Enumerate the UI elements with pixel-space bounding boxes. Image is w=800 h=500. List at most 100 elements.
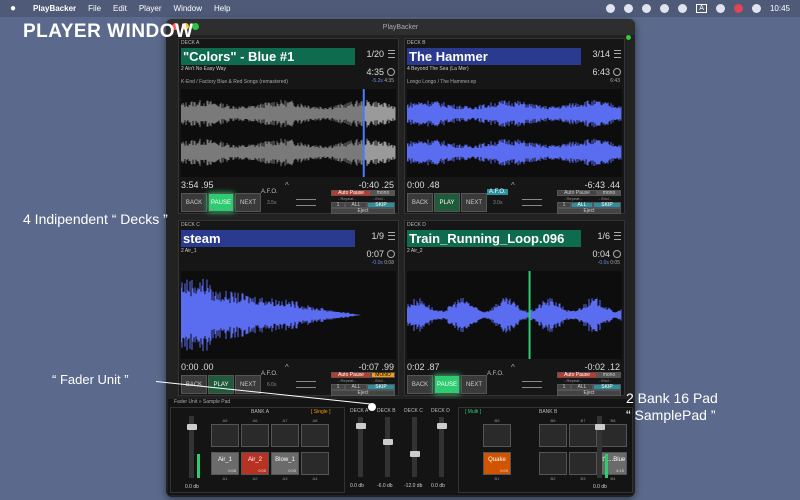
deck-slider[interactable]	[522, 199, 542, 200]
track-title[interactable]: Train_Running_Loop.096	[407, 230, 581, 247]
eject-button[interactable]: Eject	[557, 208, 621, 214]
menu-app[interactable]: PlayBacker	[33, 4, 76, 13]
eject-button[interactable]: Eject	[557, 390, 621, 396]
waveform[interactable]	[407, 271, 622, 359]
bank-mode[interactable]: [ Single ]	[311, 409, 330, 415]
eject-button[interactable]: Eject	[331, 208, 395, 214]
deck-fader-knob[interactable]	[410, 451, 420, 457]
sample-pad-empty[interactable]	[301, 424, 329, 447]
sample-pad[interactable]: Blow_1 0:03	[271, 452, 299, 475]
track-title[interactable]: The Hammer	[407, 48, 581, 65]
track-count: 1/9	[371, 231, 384, 241]
menu-bar: ● PlayBacker File Edit Player Window Hel…	[0, 0, 800, 17]
sample-pad[interactable]	[301, 452, 329, 475]
deck-fader-knob[interactable]	[356, 423, 366, 429]
deck-fader[interactable]	[412, 417, 417, 477]
clock-icon[interactable]	[613, 68, 621, 76]
waveform[interactable]	[407, 89, 622, 177]
next-button[interactable]: NEXT	[235, 193, 261, 212]
eject-button[interactable]: Eject	[331, 390, 395, 396]
deck-slider[interactable]	[522, 381, 542, 382]
input-source[interactable]: A	[696, 4, 707, 13]
afo-toggle[interactable]: A.F.O.	[487, 371, 504, 377]
deck-slider[interactable]	[522, 387, 542, 388]
deck-fader-knob[interactable]	[437, 423, 447, 429]
sample-pad-empty[interactable]	[241, 424, 269, 447]
playlist-menu-icon[interactable]	[388, 50, 395, 58]
sample-pad[interactable]: It's...Blue 4:15	[599, 452, 627, 475]
sample-pad-empty[interactable]	[271, 424, 299, 447]
deck-slider[interactable]	[296, 381, 316, 382]
apple-menu-icon[interactable]: ●	[10, 3, 19, 14]
creative-cloud-icon[interactable]	[606, 4, 616, 13]
status-app-icon[interactable]	[624, 4, 634, 13]
afo-toggle[interactable]: A.F.O.	[487, 189, 508, 195]
sample-pad[interactable]	[539, 452, 567, 475]
play-pause-button[interactable]: PAUSE	[208, 193, 234, 212]
deck-b: DECK B The Hammer 3/14 4 Beyond The Sea (La…	[404, 38, 625, 214]
sample-pad-empty[interactable]	[211, 424, 239, 447]
menu-help[interactable]: Help	[214, 4, 230, 13]
expand-caret-icon[interactable]: ^	[285, 181, 289, 190]
play-pause-button[interactable]: PLAY	[208, 375, 234, 394]
afo-time[interactable]: 3.0s	[493, 200, 502, 206]
playlist-menu-icon[interactable]	[388, 232, 395, 240]
waveform[interactable]	[181, 271, 396, 359]
menu-edit[interactable]: Edit	[113, 4, 127, 13]
afo-time[interactable]: 3.5s	[267, 200, 276, 206]
deck-slider[interactable]	[296, 199, 316, 200]
afo-toggle[interactable]: A.F.O.	[261, 371, 278, 377]
afo-toggle[interactable]: A.F.O.	[261, 189, 278, 195]
eject-row: Eject	[331, 208, 395, 214]
expand-caret-icon[interactable]: ^	[511, 181, 515, 190]
playlist-menu-icon[interactable]	[614, 50, 621, 58]
deck-slider[interactable]	[522, 205, 542, 206]
bank-volume-knob[interactable]	[595, 424, 605, 430]
bank-b: BANK B [ Multi ] B5 B6 B7 B8 Quake 0:09 B1 B2 B3 It…	[458, 407, 633, 493]
clock-icon[interactable]	[387, 250, 395, 258]
control-center-icon[interactable]	[751, 4, 761, 13]
clock-icon[interactable]	[387, 68, 395, 76]
menu-player[interactable]: Player	[139, 4, 162, 13]
wifi-icon[interactable]	[678, 4, 688, 13]
deck-fader-knob[interactable]	[383, 439, 393, 445]
play-pause-button[interactable]: PLAY	[434, 193, 460, 212]
next-button[interactable]: NEXT	[461, 193, 487, 212]
next-track-time: -0.0s 0:05	[598, 260, 620, 266]
play-pause-button[interactable]: PAUSE	[434, 375, 460, 394]
bank-mode[interactable]: [ Multi ]	[465, 409, 481, 415]
deck-fader[interactable]	[385, 417, 390, 477]
pad-area-header[interactable]: Fader Unit » Sample Pad	[174, 399, 230, 405]
clock-icon[interactable]	[613, 250, 621, 258]
battery-icon[interactable]	[715, 4, 725, 13]
bank-volume-knob[interactable]	[187, 424, 197, 430]
deck-slider[interactable]	[296, 387, 316, 388]
menu-window[interactable]: Window	[174, 4, 202, 13]
next-button[interactable]: NEXT	[461, 375, 487, 394]
back-button[interactable]: BACK	[181, 193, 207, 212]
afo-time[interactable]: 6.0s	[267, 382, 276, 388]
sample-pad[interactable]: Air_2 0:05	[241, 452, 269, 475]
track-title[interactable]: "Colors" - Blue #1	[181, 48, 355, 65]
status-circle-icon[interactable]	[642, 4, 652, 13]
expand-caret-icon[interactable]: ^	[511, 363, 515, 372]
elapsed-time: 3:54 .95	[181, 180, 214, 190]
status-dot-icon[interactable]	[660, 4, 670, 13]
menu-file[interactable]: File	[88, 4, 101, 13]
sample-pad-empty[interactable]	[539, 424, 567, 447]
sample-pad-empty[interactable]	[483, 424, 511, 447]
elapsed-time: 0:00 .48	[407, 180, 440, 190]
expand-caret-icon[interactable]: ^	[285, 363, 289, 372]
back-button[interactable]: BACK	[407, 193, 433, 212]
waveform[interactable]	[181, 89, 396, 177]
back-button[interactable]: BACK	[407, 375, 433, 394]
track-title[interactable]: steam	[181, 230, 355, 247]
deck-slider[interactable]	[296, 205, 316, 206]
menu-clock: 10:45	[769, 4, 790, 13]
sample-pad-empty[interactable]	[569, 424, 597, 447]
playlist-menu-icon[interactable]	[614, 232, 621, 240]
sample-pad[interactable]: Quake 0:09	[483, 452, 511, 475]
user-icon[interactable]	[733, 4, 743, 13]
sample-pad[interactable]: Air_1 0:08	[211, 452, 239, 475]
sample-pad[interactable]	[569, 452, 597, 475]
